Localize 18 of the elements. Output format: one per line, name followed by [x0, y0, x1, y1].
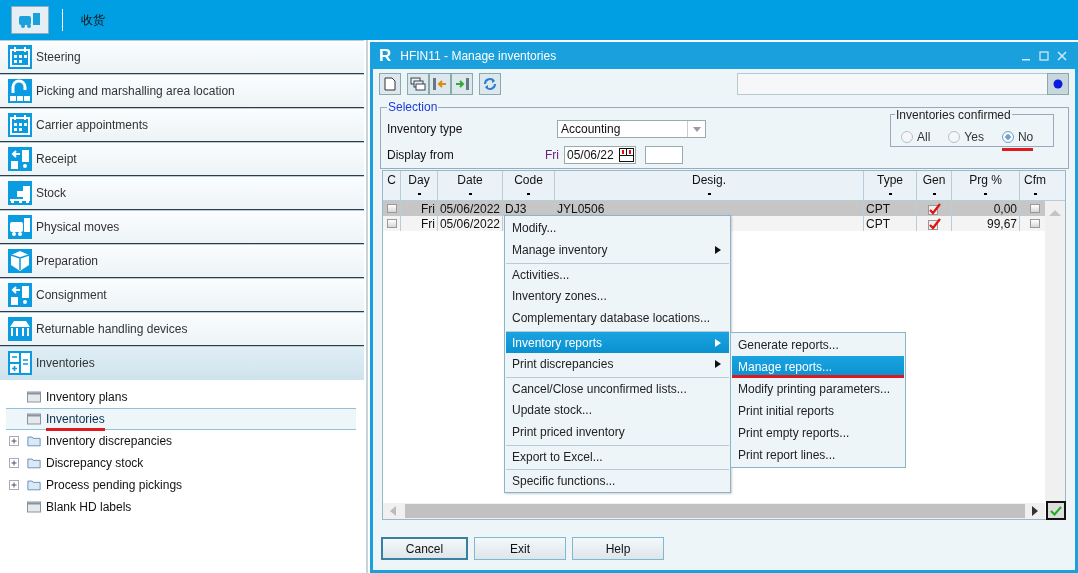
- app-logo: R: [379, 44, 392, 67]
- window-title: HFIN11 - Manage inventories: [400, 47, 557, 65]
- table-cell: 0,00: [993, 201, 1017, 216]
- table-cell: CPT: [866, 201, 890, 216]
- day-label: Fri: [544, 147, 559, 164]
- table-cell: 99,67: [986, 216, 1017, 231]
- field-label: Inventory type: [387, 121, 464, 138]
- group-legend: Inventories confirmed: [895, 108, 1012, 122]
- table-cell: 05/06/2022: [439, 216, 500, 231]
- topbar-title: 收货: [81, 12, 105, 29]
- group-legend: Selection: [387, 100, 439, 114]
- table-cell: DJ3: [505, 201, 527, 216]
- table-cell: Fri: [421, 216, 435, 231]
- field-label: Display from: [387, 147, 455, 164]
- table-cell: 05/06/2022: [439, 201, 500, 216]
- table-cell: JYL0506: [557, 201, 605, 216]
- table-cell: Fri: [421, 201, 435, 216]
- table-cell: CPT: [866, 216, 890, 231]
